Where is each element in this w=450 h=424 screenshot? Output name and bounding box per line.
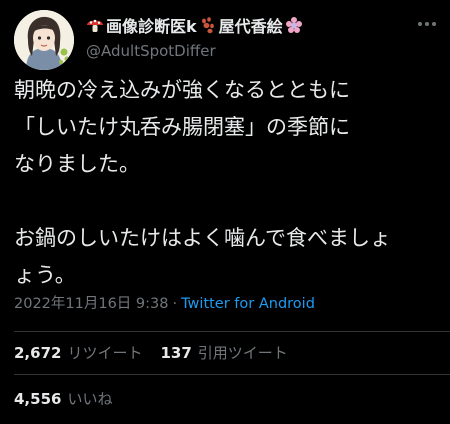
likes-label: いいね (67, 390, 113, 408)
quotes-count: 137 (160, 344, 192, 362)
paw-prints-icon (199, 16, 217, 34)
avatar-illustration (14, 10, 74, 70)
flower-icon (285, 16, 303, 34)
avatar[interactable] (14, 10, 74, 70)
retweets-label: リツイート (67, 344, 143, 362)
tweet-meta: 2022年11月16日 9:38 · Twitter for Android (14, 292, 315, 313)
divider (14, 331, 450, 332)
tweet-line: なりました。 (14, 152, 140, 176)
mushroom-icon (86, 16, 104, 34)
tweet-text: 朝晩の冷え込みが強くなるとともに 「しいたけ丸呑み腸閉塞」の季節に なりました。… (14, 72, 439, 294)
tweet-line: お鍋のしいたけはよく噛んで食べましょ (14, 226, 391, 250)
timestamp[interactable]: 2022年11月16日 9:38 (14, 296, 168, 312)
more-options-button[interactable] (416, 14, 438, 34)
likes-stat[interactable]: 4,556 いいね (14, 388, 112, 409)
divider (14, 374, 450, 375)
display-name-text-2: 屋代香絵 (218, 17, 283, 36)
tweet-line: ょう。 (14, 263, 76, 287)
display-name-text-1: 画像診断医k (106, 17, 197, 36)
display-name[interactable]: 画像診断医k 屋代香絵 (86, 13, 303, 37)
retweets-count: 2,672 (14, 344, 62, 362)
likes-count: 4,556 (14, 390, 62, 408)
tweet-detail: 画像診断医k 屋代香絵 @AdultSpotDiffer 朝晩の冷え込みが強くな… (0, 0, 450, 424)
engagement-stats: 2,672 リツイート 137 引用ツイート (14, 342, 288, 363)
quotes-stat[interactable]: 137 引用ツイート (160, 342, 287, 363)
tweet-line: 「しいたけ丸呑み腸閉塞」の季節に (14, 115, 350, 139)
user-handle[interactable]: @AdultSpotDiffer (86, 42, 216, 60)
retweets-stat[interactable]: 2,672 リツイート (14, 342, 142, 363)
source-link[interactable]: Twitter for Android (181, 296, 315, 312)
likes-stats: 4,556 いいね (14, 388, 112, 409)
more-dot-icon (418, 22, 422, 26)
tweet-line: 朝晩の冷え込みが強くなるとともに (14, 78, 350, 102)
more-dot-icon (432, 22, 436, 26)
more-dot-icon (425, 22, 429, 26)
quotes-label: 引用ツイート (197, 344, 288, 362)
meta-separator: · (172, 296, 178, 312)
